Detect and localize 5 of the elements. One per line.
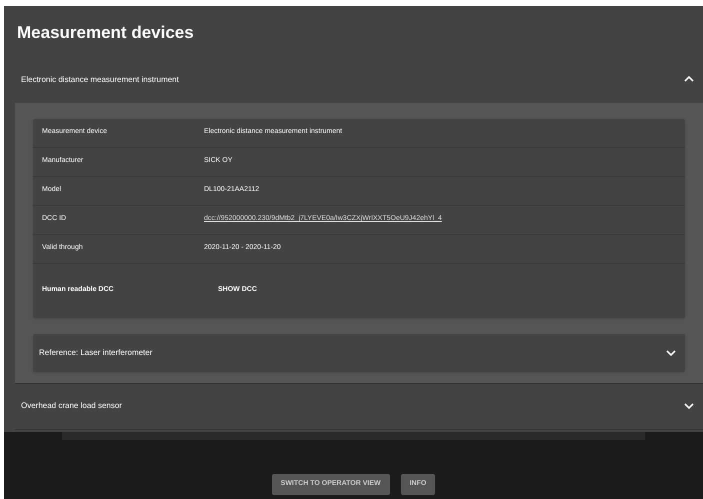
- reference-accordion[interactable]: Reference: Laser interferometer: [33, 334, 685, 372]
- reference-name: Reference: Laser interferometer: [39, 346, 152, 358]
- device-name: Electronic distance measurement instrument: [21, 74, 179, 86]
- page-title: Measurement devices: [16, 22, 195, 44]
- device-name: Overhead crane load sensor: [21, 400, 122, 412]
